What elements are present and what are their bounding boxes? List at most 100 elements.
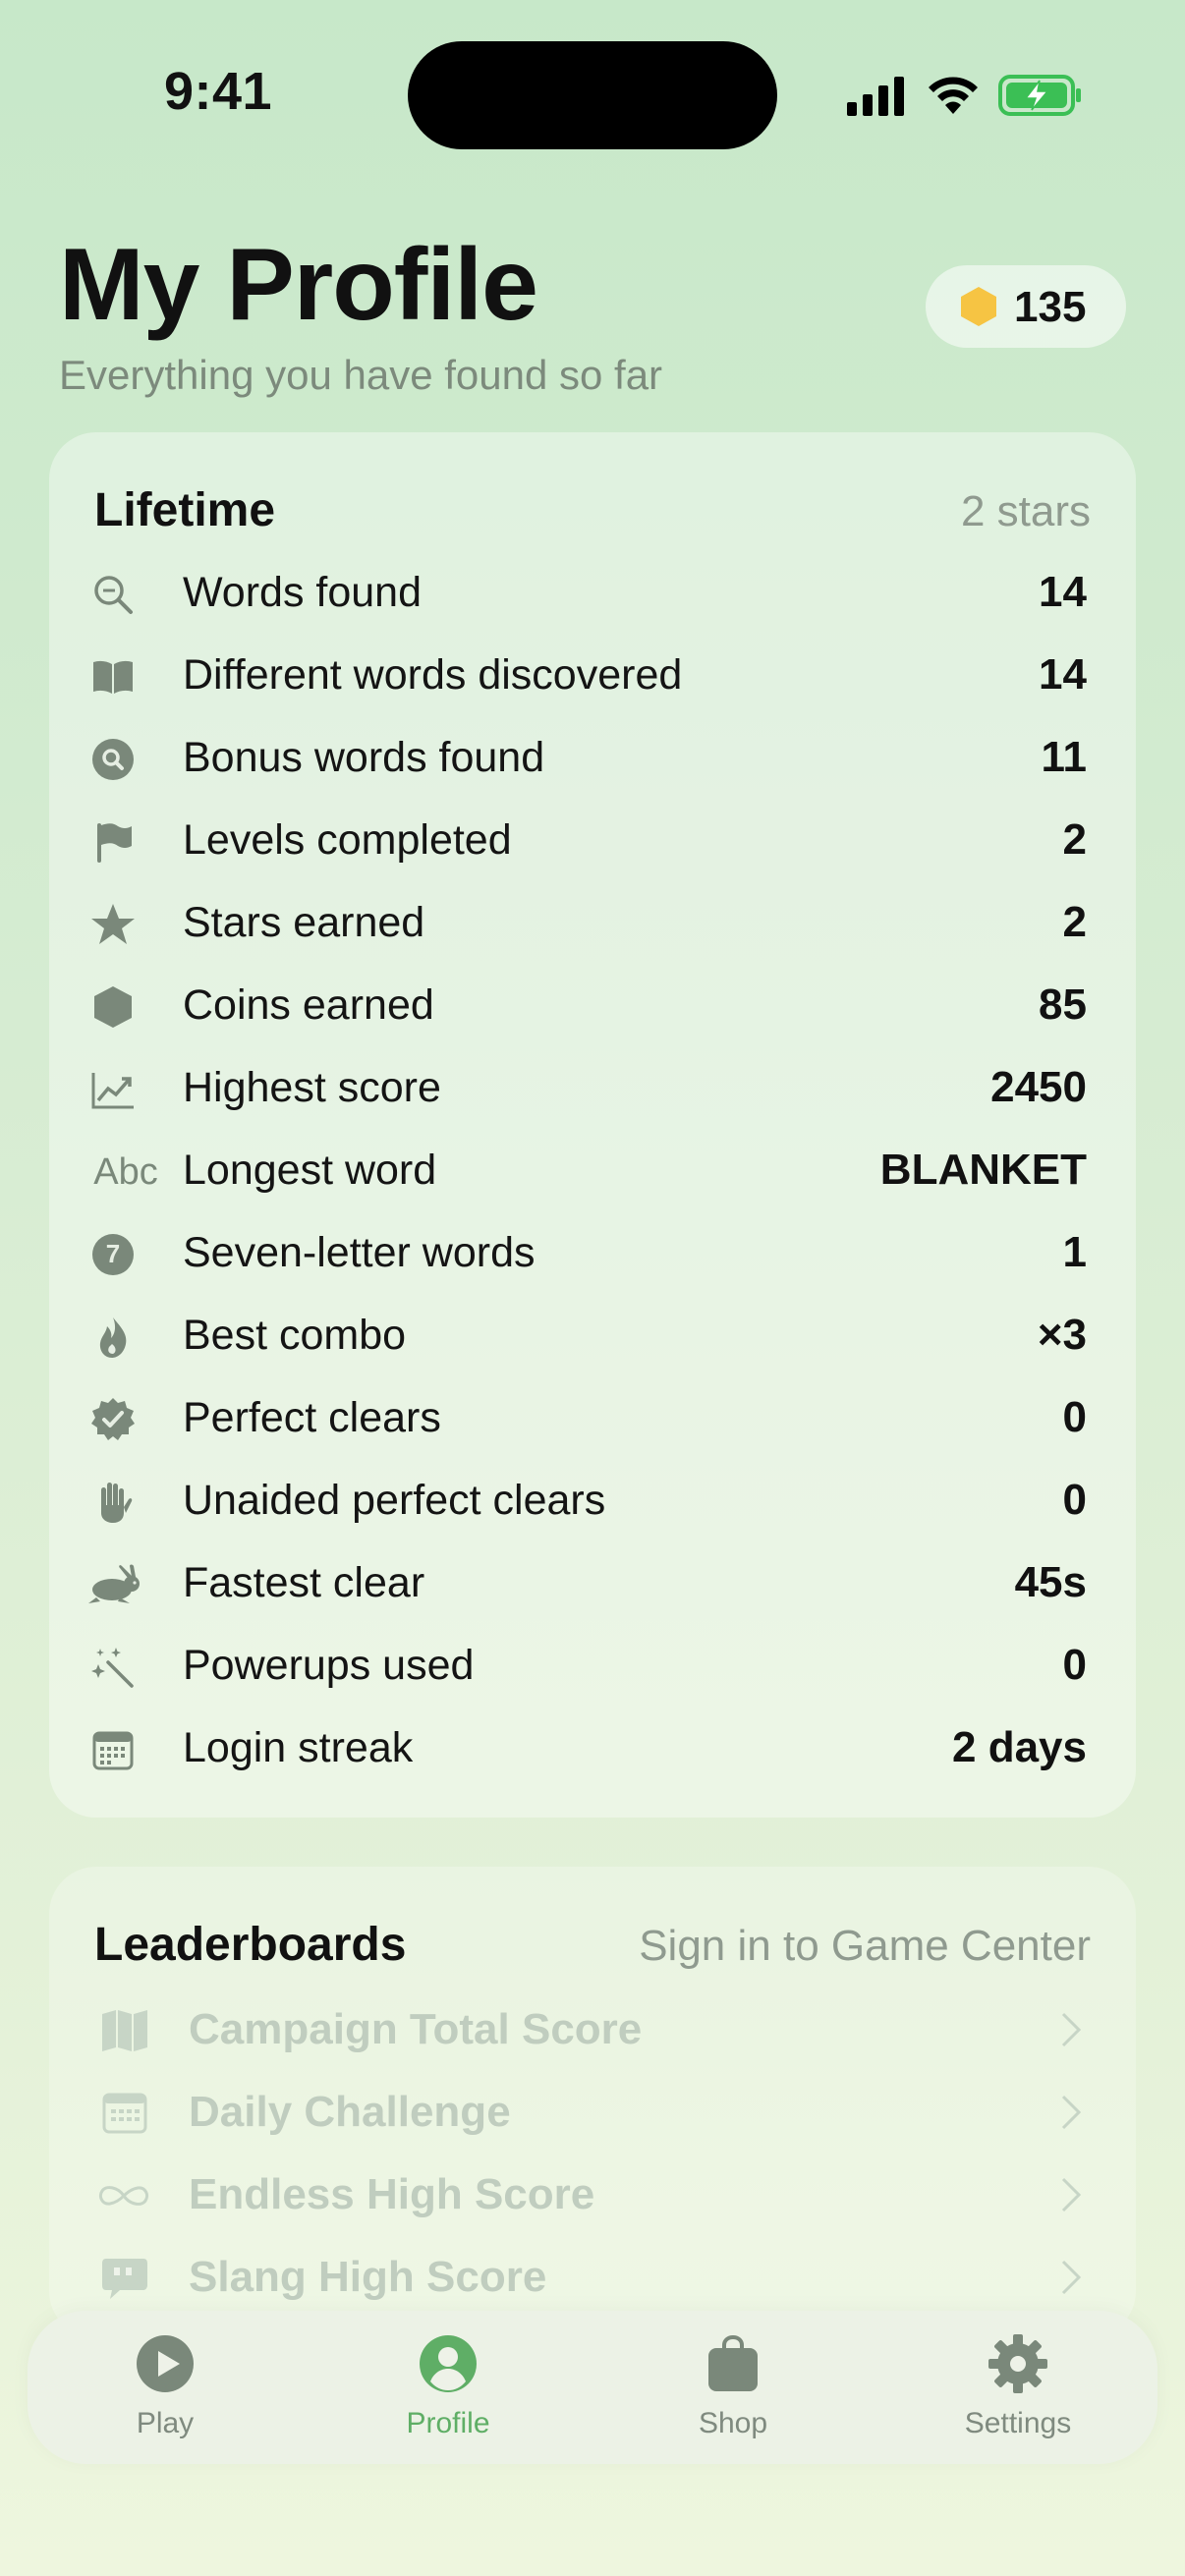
stat-label: Fastest clear xyxy=(183,1559,425,1606)
bag-icon xyxy=(708,2334,758,2391)
wifi-icon xyxy=(929,77,978,114)
stat-label: Seven-letter words xyxy=(183,1229,536,1276)
stat-row-perfect-clears: Perfect clears 0 xyxy=(49,1377,1136,1460)
stat-value: 2 days xyxy=(952,1723,1087,1771)
stat-value: 0 xyxy=(1062,1393,1087,1441)
stat-label: Coins earned xyxy=(183,981,434,1029)
stat-row-seven-letter-words: 7 Seven-letter words 1 xyxy=(49,1212,1136,1295)
stat-label: Best combo xyxy=(183,1312,407,1359)
stat-label: Levels completed xyxy=(183,816,512,864)
calendar-icon xyxy=(88,1725,138,1774)
battery-charging-icon xyxy=(998,75,1081,116)
stat-value: 2450 xyxy=(990,1063,1087,1111)
coin-balance[interactable]: 135 xyxy=(926,265,1126,348)
stat-row-unaided-perfect-clears: Unaided perfect clears 0 xyxy=(49,1460,1136,1542)
map-icon xyxy=(102,2010,147,2051)
coin-icon xyxy=(961,287,996,326)
stat-row-longest-word: Abc Longest word BLANKET xyxy=(49,1130,1136,1212)
stat-label: Highest score xyxy=(183,1064,441,1111)
leaderboard-label: Daily Challenge xyxy=(189,2088,511,2136)
stat-row-fastest-clear: Fastest clear 45s xyxy=(49,1542,1136,1625)
tab-settings[interactable]: Settings xyxy=(920,2328,1116,2456)
page-subtitle: Everything you have found so far xyxy=(59,352,663,398)
hexagon-icon xyxy=(88,982,138,1032)
infinity-icon xyxy=(98,2186,149,2206)
leaderboard-slang: Slang High Score xyxy=(49,2236,1136,2319)
stat-value: 45s xyxy=(1014,1558,1087,1606)
stat-label: Bonus words found xyxy=(183,734,545,781)
tab-label: Shop xyxy=(698,2407,768,2439)
leaderboard-daily-challenge: Daily Challenge xyxy=(49,2071,1136,2154)
stat-row-best-combo: Best combo ×3 xyxy=(49,1295,1136,1377)
seven-circle-label: 7 xyxy=(105,1239,121,1268)
stat-row-highest-score: Highest score 2450 xyxy=(49,1047,1136,1130)
stat-value: 1 xyxy=(1062,1228,1087,1276)
stat-label: Longest word xyxy=(183,1147,437,1194)
status-time: 9:41 xyxy=(164,62,273,121)
stat-value: 85 xyxy=(1039,980,1087,1029)
stat-label: Login streak xyxy=(183,1724,414,1771)
tab-play[interactable]: Play xyxy=(67,2328,263,2456)
game-center-sign-in[interactable]: Sign in to Game Center xyxy=(639,1922,1091,1971)
stat-label: Stars earned xyxy=(183,899,425,946)
tab-label: Settings xyxy=(964,2407,1072,2439)
leaderboard-endless: Endless High Score xyxy=(49,2154,1136,2236)
page-title: My Profile xyxy=(59,228,538,342)
stat-row-stars-earned: Stars earned 2 xyxy=(49,882,1136,965)
calendar-icon xyxy=(102,2093,147,2134)
flame-icon xyxy=(88,1313,138,1362)
stat-row-powerups-used: Powerups used 0 xyxy=(49,1625,1136,1708)
chevron-right-icon xyxy=(1061,2095,1082,2130)
stat-value: BLANKET xyxy=(879,1146,1087,1194)
stat-value: ×3 xyxy=(1037,1311,1087,1359)
quote-bubble-icon xyxy=(102,2259,147,2299)
flag-icon xyxy=(88,817,138,867)
tab-profile[interactable]: Profile xyxy=(350,2328,546,2456)
stat-label: Unaided perfect clears xyxy=(183,1477,606,1524)
hand-icon xyxy=(88,1478,138,1527)
checkmark-seal-icon xyxy=(88,1395,138,1444)
lifetime-card: Lifetime 2 stars Words found 14 Differen… xyxy=(49,432,1136,1818)
abc-icon: Abc xyxy=(93,1150,158,1193)
leaderboard-campaign: Campaign Total Score xyxy=(49,1988,1136,2071)
chevron-right-icon xyxy=(1061,2012,1082,2047)
stat-value: 2 xyxy=(1062,898,1087,946)
leaderboards-title: Leaderboards xyxy=(94,1919,407,1971)
dynamic-island xyxy=(408,41,777,149)
lifetime-stars-summary: 2 stars xyxy=(960,487,1091,535)
cellular-signal-icon xyxy=(847,77,904,116)
magic-wand-icon xyxy=(88,1643,138,1692)
chevron-right-icon xyxy=(1061,2177,1082,2212)
stat-value: 14 xyxy=(1039,650,1087,699)
stat-label: Perfect clears xyxy=(183,1394,441,1441)
tab-label: Play xyxy=(136,2407,195,2439)
stat-value: 0 xyxy=(1062,1476,1087,1524)
chart-up-icon xyxy=(88,1065,138,1114)
tab-label: Profile xyxy=(406,2407,490,2439)
tab-bar: Play Profile Shop Settings xyxy=(28,2311,1157,2464)
lifetime-title: Lifetime xyxy=(94,484,276,536)
stat-value: 14 xyxy=(1039,568,1087,616)
leaderboard-label: Endless High Score xyxy=(189,2170,595,2218)
stat-row-words-found: Words found 14 xyxy=(49,552,1136,635)
leaderboards-card: Leaderboards Sign in to Game Center Camp… xyxy=(49,1867,1136,2338)
search-circle-icon xyxy=(88,735,138,784)
stat-value: 0 xyxy=(1062,1641,1087,1689)
leaderboard-label: Slang High Score xyxy=(189,2253,547,2301)
chevron-right-icon xyxy=(1061,2260,1082,2295)
leaderboard-label: Campaign Total Score xyxy=(189,2005,643,2053)
stat-value: 2 xyxy=(1062,815,1087,864)
stat-row-login-streak: Login streak 2 days xyxy=(49,1708,1136,1790)
seven-circle-icon: 7 xyxy=(88,1230,138,1279)
magnifier-icon xyxy=(88,570,138,619)
stat-value: 11 xyxy=(1041,733,1087,781)
gear-icon xyxy=(988,2334,1047,2393)
stat-row-different-words: Different words discovered 14 xyxy=(49,635,1136,717)
stat-row-bonus-words: Bonus words found 11 xyxy=(49,717,1136,800)
tab-shop[interactable]: Shop xyxy=(635,2328,831,2456)
star-icon xyxy=(88,900,138,949)
hare-icon xyxy=(85,1560,147,1609)
stat-label: Words found xyxy=(183,569,423,616)
status-icons xyxy=(847,73,1083,118)
book-icon xyxy=(88,652,138,701)
